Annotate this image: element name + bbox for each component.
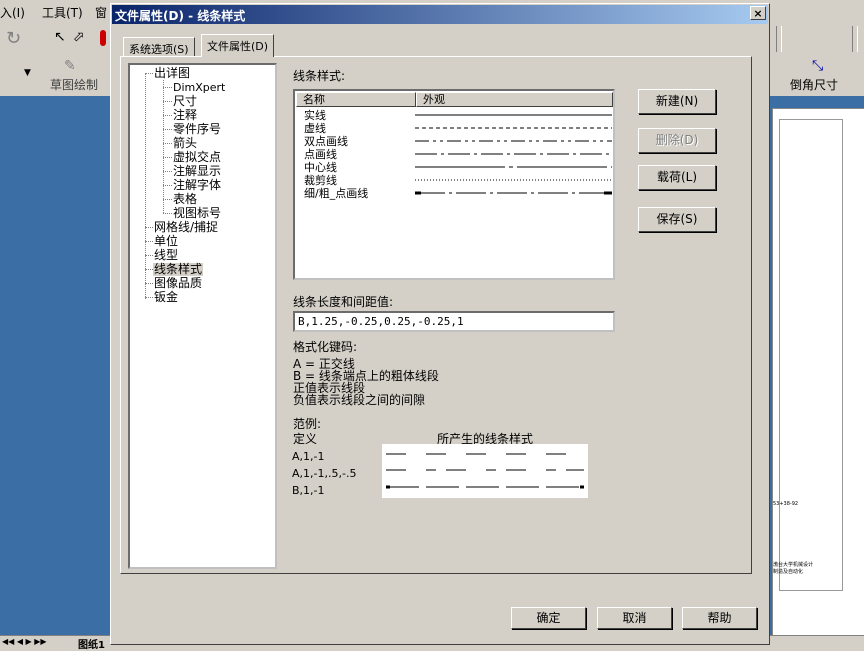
tree-item-annotation-display[interactable]: 注解显示 bbox=[173, 165, 221, 178]
example-line-samples bbox=[386, 453, 584, 489]
new-button[interactable]: 新建(N) bbox=[638, 89, 716, 114]
redo-icon[interactable]: ↻ bbox=[6, 28, 21, 49]
column-header-appearance[interactable]: 外观 bbox=[416, 92, 613, 107]
format-codes-label: 格式化键码: bbox=[293, 340, 358, 354]
menu-window[interactable]: 窗 bbox=[95, 4, 107, 21]
length-spacing-label: 线条长度和间距值: bbox=[293, 295, 394, 309]
line-styles-list[interactable]: 名称 外观 实线 虚线 双点画线 点画线 中心线 裁剪线 细/粗_点画线 bbox=[293, 89, 615, 280]
traffic-light-icon[interactable] bbox=[100, 30, 106, 46]
sketch-command-label[interactable]: 草图绘制 bbox=[50, 76, 98, 93]
list-item[interactable]: 实线 bbox=[304, 109, 326, 122]
help-button[interactable]: 帮助 bbox=[682, 607, 757, 629]
cancel-button[interactable]: 取消 bbox=[597, 607, 672, 629]
ok-button[interactable]: 确定 bbox=[511, 607, 586, 629]
line-styles-label: 线条样式: bbox=[293, 69, 346, 83]
sketch-icon[interactable]: ✎ bbox=[64, 58, 76, 74]
example-definition: B,1,-1 bbox=[292, 484, 325, 497]
dialog-titlebar[interactable]: 文件属性(D) - 线条样式 bbox=[112, 5, 768, 24]
options-tree: 出详图 DimXpert 尺寸 注释 零件序号 箭头 虚拟交点 注解显示 注解字… bbox=[128, 63, 277, 569]
close-button[interactable]: × bbox=[750, 6, 766, 20]
list-item[interactable]: 细/粗_点画线 bbox=[304, 187, 368, 200]
sheet-title-block-school: 渤台大学机械设计 制造及自动化 bbox=[773, 562, 814, 575]
tree-item-annotation-font[interactable]: 注解字体 bbox=[173, 179, 221, 192]
toolbar-separator bbox=[776, 26, 782, 52]
menu-tools[interactable]: 工具(T) bbox=[42, 4, 83, 21]
sheet-tab[interactable]: 图纸1 bbox=[78, 636, 105, 651]
dropdown-arrow-icon[interactable]: ▼ bbox=[24, 68, 31, 78]
toolbar-separator bbox=[852, 26, 858, 52]
list-item[interactable]: 双点画线 bbox=[304, 135, 348, 148]
list-item[interactable]: 点画线 bbox=[304, 148, 337, 161]
format-line: 负值表示线段之间的间隙 bbox=[293, 393, 426, 407]
chamfer-dimension-icon[interactable]: ⤡ bbox=[812, 58, 823, 74]
tree-item-units[interactable]: 单位 bbox=[154, 235, 178, 248]
chamfer-dimension-label[interactable]: 倒角尺寸 bbox=[790, 76, 838, 93]
list-item[interactable]: 虚线 bbox=[304, 122, 326, 135]
sheet-border bbox=[779, 119, 843, 591]
graphics-area-left bbox=[0, 96, 110, 636]
tree-item-line-font[interactable]: 线型 bbox=[154, 249, 178, 262]
tree-item-line-style[interactable]: 线条样式 bbox=[153, 263, 204, 276]
delete-button[interactable]: 删除(D) bbox=[638, 128, 716, 153]
tree-item-balloons[interactable]: 零件序号 bbox=[173, 123, 221, 136]
drawing-sheet: 53+38-92 渤台大学机械设计 制造及自动化 bbox=[772, 108, 864, 637]
menu-insert[interactable]: 入(I) bbox=[0, 4, 25, 21]
tree-item-view-labels[interactable]: 视图标号 bbox=[173, 207, 221, 220]
tree-item-tables[interactable]: 表格 bbox=[173, 193, 197, 206]
tree-item-sheet-metal[interactable]: 钣金 bbox=[154, 291, 178, 304]
sheet-title-block-text: 53+38-92 bbox=[773, 501, 799, 507]
line-style-samples bbox=[415, 114, 612, 195]
tree-item-arrows[interactable]: 箭头 bbox=[173, 137, 197, 150]
select-filter-icon[interactable]: ⬀ bbox=[73, 29, 85, 45]
column-header-name[interactable]: 名称 bbox=[296, 92, 416, 107]
sheet-nav-arrows-icon[interactable]: ◀◀ ◀ ▶ ▶▶ bbox=[2, 637, 47, 646]
tree-item-dimensions[interactable]: 尺寸 bbox=[173, 95, 197, 108]
save-button[interactable]: 保存(S) bbox=[638, 207, 716, 232]
example-preview bbox=[382, 444, 588, 498]
example-definition: A,1,-1,.5,-.5 bbox=[292, 467, 357, 480]
list-item[interactable]: 中心线 bbox=[304, 161, 337, 174]
tree-item-image-quality[interactable]: 图像品质 bbox=[154, 277, 202, 290]
dialog-title: 文件属性(D) - 线条样式 bbox=[115, 9, 246, 23]
load-button[interactable]: 载荷(L) bbox=[638, 165, 716, 190]
tree-item-notes[interactable]: 注释 bbox=[173, 109, 197, 122]
tab-system-options[interactable]: 系统选项(S) bbox=[123, 37, 195, 56]
tree-item-detailing[interactable]: 出详图 bbox=[154, 67, 190, 80]
length-spacing-input[interactable]: B,1.25,-0.25,0.25,-0.25,1 bbox=[293, 311, 615, 332]
tree-item-grid-snap[interactable]: 网格线/捕捉 bbox=[154, 221, 218, 234]
example-definition-header: 定义 bbox=[293, 432, 318, 446]
tab-document-properties[interactable]: 文件属性(D) bbox=[201, 34, 275, 57]
tree-item-virtual-sharps[interactable]: 虚拟交点 bbox=[173, 151, 221, 164]
list-item[interactable]: 裁剪线 bbox=[304, 174, 337, 187]
example-definition: A,1,-1 bbox=[292, 450, 325, 463]
select-arrow-icon[interactable]: ↖ bbox=[54, 29, 66, 45]
tree-item-dimxpert[interactable]: DimXpert bbox=[173, 81, 225, 94]
